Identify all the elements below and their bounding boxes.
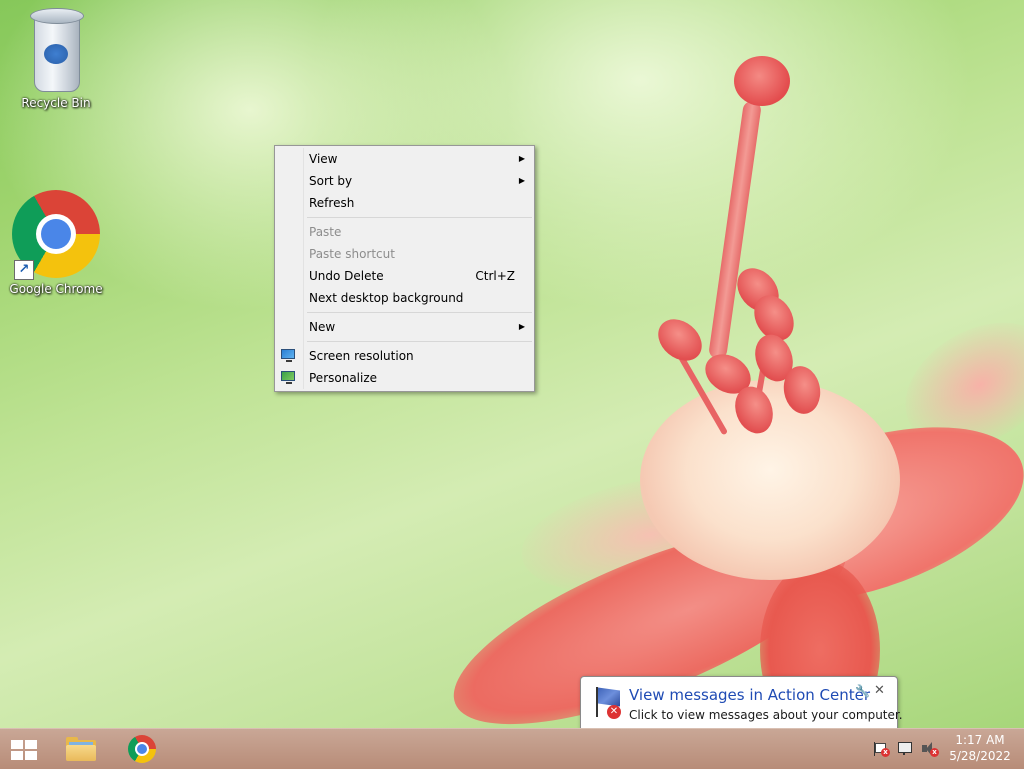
menu-item-paste[interactable]: Paste bbox=[275, 221, 534, 243]
menu-item-label: Screen resolution bbox=[309, 349, 414, 363]
desktop-icon-label: Google Chrome bbox=[9, 282, 103, 296]
menu-item-label: New bbox=[309, 320, 336, 334]
menu-item-refresh[interactable]: Refresh bbox=[275, 192, 534, 214]
menu-item-new[interactable]: New ▶ bbox=[275, 316, 534, 338]
menu-item-personalize[interactable]: Personalize bbox=[275, 367, 534, 389]
recycle-bin-icon bbox=[28, 6, 84, 92]
desktop-context-menu: View ▶ Sort by ▶ Refresh Paste Paste sho… bbox=[274, 145, 535, 392]
clock-time: 1:17 AM bbox=[955, 733, 1005, 747]
menu-separator bbox=[307, 217, 532, 218]
desktop-icon-label: Recycle Bin bbox=[21, 96, 91, 110]
start-button[interactable] bbox=[0, 729, 48, 769]
desktop-icon-google-chrome[interactable]: ↗ Google Chrome bbox=[6, 190, 106, 296]
taskbar-clock[interactable]: 1:17 AM 5/28/2022 bbox=[948, 732, 1012, 764]
menu-item-label: Sort by bbox=[309, 174, 353, 188]
menu-item-label: Paste bbox=[309, 225, 342, 239]
notification-text: Click to view messages about your comput… bbox=[629, 708, 903, 722]
network-icon[interactable] bbox=[897, 741, 915, 757]
action-center-flag-icon: ✕ bbox=[593, 687, 623, 719]
menu-item-label: Refresh bbox=[309, 196, 355, 210]
wrench-icon[interactable]: 🔧 bbox=[855, 684, 870, 698]
submenu-arrow-icon: ▶ bbox=[518, 176, 525, 185]
monitor-icon bbox=[281, 349, 295, 362]
taskbar-file-explorer[interactable] bbox=[56, 729, 104, 769]
menu-item-paste-shortcut[interactable]: Paste shortcut bbox=[275, 243, 534, 265]
menu-item-view[interactable]: View ▶ bbox=[275, 148, 534, 170]
menu-item-undo-delete[interactable]: Undo Delete Ctrl+Z bbox=[275, 265, 534, 287]
menu-item-label: Paste shortcut bbox=[309, 247, 395, 261]
menu-item-shortcut: Ctrl+Z bbox=[475, 269, 515, 283]
taskbar: x x 1:17 AM 5/28/2022 bbox=[0, 728, 1024, 769]
taskbar-google-chrome[interactable] bbox=[118, 729, 166, 769]
volume-muted-icon[interactable]: x bbox=[921, 741, 939, 757]
error-badge-icon: ✕ bbox=[607, 705, 621, 719]
clock-date: 5/28/2022 bbox=[949, 749, 1011, 763]
windows-logo-icon bbox=[11, 740, 37, 760]
chrome-icon bbox=[128, 735, 156, 763]
menu-separator bbox=[307, 312, 532, 313]
action-center-flag-icon[interactable]: x bbox=[872, 741, 890, 757]
menu-item-sort-by[interactable]: Sort by ▶ bbox=[275, 170, 534, 192]
error-badge-icon: x bbox=[881, 748, 890, 757]
desktop-background[interactable]: Recycle Bin ↗ Google Chrome View ▶ Sort … bbox=[0, 0, 1024, 728]
close-icon[interactable]: ✕ bbox=[874, 683, 885, 698]
submenu-arrow-icon: ▶ bbox=[518, 154, 525, 163]
personalize-icon bbox=[281, 371, 295, 384]
desktop-icon-recycle-bin[interactable]: Recycle Bin bbox=[6, 6, 106, 110]
submenu-arrow-icon: ▶ bbox=[518, 322, 525, 331]
muted-badge-icon: x bbox=[930, 748, 939, 757]
menu-item-label: Undo Delete bbox=[309, 269, 384, 283]
menu-item-screen-resolution[interactable]: Screen resolution bbox=[275, 345, 534, 367]
action-center-notification[interactable]: ✕ View messages in Action Center Click t… bbox=[580, 676, 903, 732]
menu-separator bbox=[307, 341, 532, 342]
file-explorer-icon bbox=[66, 737, 96, 761]
menu-item-label: Next desktop background bbox=[309, 291, 464, 305]
shortcut-arrow-icon: ↗ bbox=[14, 260, 34, 280]
menu-item-label: View bbox=[309, 152, 338, 166]
notification-title[interactable]: View messages in Action Center bbox=[629, 686, 870, 704]
menu-item-next-desktop-background[interactable]: Next desktop background bbox=[275, 287, 534, 309]
chrome-icon: ↗ bbox=[12, 190, 100, 280]
menu-item-label: Personalize bbox=[309, 371, 378, 385]
